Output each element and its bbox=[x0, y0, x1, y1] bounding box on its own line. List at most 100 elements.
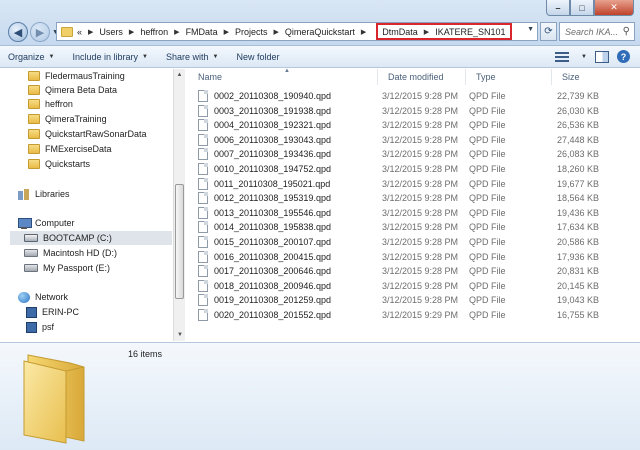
close-button[interactable]: ✕ bbox=[594, 0, 634, 16]
breadcrumb-users[interactable]: Users bbox=[99, 27, 123, 37]
breadcrumb-separator-icon[interactable]: ▶ bbox=[361, 28, 366, 36]
organize-menu[interactable]: Organize ▼ bbox=[8, 52, 54, 62]
nav-folder-qimera-beta-data[interactable]: Qimera Beta Data bbox=[28, 83, 117, 97]
file-row[interactable]: 0011_20110308_195021.qpd 3/12/2015 9:28 P… bbox=[198, 177, 603, 191]
file-row[interactable]: 0014_20110308_195838.qpd 3/12/2015 9:28 P… bbox=[198, 220, 603, 234]
breadcrumb-heffron[interactable]: heffron bbox=[140, 27, 168, 37]
breadcrumb-qimeraquickstart[interactable]: QimeraQuickstart bbox=[285, 27, 355, 37]
nav-item-label: BOOTCAMP (C:) bbox=[43, 233, 112, 243]
minimize-button[interactable]: – bbox=[546, 0, 570, 16]
nav-network-psf[interactable]: psf bbox=[26, 320, 54, 334]
scrollbar-thumb[interactable] bbox=[175, 184, 184, 299]
command-bar: Organize ▼ Include in library ▼ Share wi… bbox=[0, 46, 640, 68]
breadcrumb-separator-icon[interactable]: ▶ bbox=[273, 28, 278, 36]
file-row[interactable]: 0015_20110308_200107.qpd 3/12/2015 9:28 P… bbox=[198, 235, 603, 249]
column-header-type[interactable]: Type bbox=[466, 69, 552, 85]
change-view-icon[interactable] bbox=[555, 51, 570, 63]
nav-folder-fmexercisedata[interactable]: FMExerciseData bbox=[28, 142, 112, 156]
file-name: 0013_20110308_195546.qpd bbox=[214, 207, 331, 218]
file-row[interactable]: 0007_20110308_193436.qpd 3/12/2015 9:28 P… bbox=[198, 147, 603, 161]
nav-item-label: heffron bbox=[45, 99, 73, 109]
breadcrumb-overflow[interactable]: « bbox=[77, 27, 82, 37]
nav-item-label: Quickstarts bbox=[45, 159, 91, 169]
file-date-modified: 3/12/2015 9:29 PM bbox=[382, 310, 459, 320]
nav-folder-heffron[interactable]: heffron bbox=[28, 97, 73, 111]
file-row[interactable]: 0004_20110308_192321.qpd 3/12/2015 9:28 P… bbox=[198, 118, 603, 132]
nav-libraries[interactable]: Libraries bbox=[18, 187, 70, 201]
breadcrumb-separator-icon[interactable]: ▶ bbox=[129, 28, 134, 36]
nav-folder-fledermaustraining[interactable]: FledermausTraining bbox=[28, 69, 125, 83]
file-date-modified: 3/12/2015 9:28 PM bbox=[382, 134, 459, 145]
breadcrumb-projects[interactable]: Projects bbox=[235, 27, 268, 37]
breadcrumb-separator-icon[interactable]: ▶ bbox=[174, 28, 179, 36]
chevron-down-icon[interactable]: ▼ bbox=[581, 54, 587, 60]
file-name: 0006_20110308_193043.qpd bbox=[214, 134, 331, 145]
nav-folder-quickstartrawsonardata[interactable]: QuickstartRawSonarData bbox=[28, 127, 147, 141]
file-name: 0004_20110308_192321.qpd bbox=[214, 120, 331, 131]
maximize-button[interactable]: □ bbox=[570, 0, 594, 16]
nav-computer[interactable]: Computer bbox=[18, 216, 75, 230]
item-count: 16 items bbox=[128, 349, 163, 359]
search-icon[interactable]: ⚲ bbox=[623, 26, 630, 37]
nav-folder-qimeratraining[interactable]: QimeraTraining bbox=[28, 112, 107, 126]
file-row[interactable]: 0003_20110308_191938.qpd 3/12/2015 9:28 P… bbox=[198, 104, 603, 118]
address-bar[interactable]: « ▶ Users ▶ heffron ▶ FMData ▶ Projects … bbox=[56, 22, 538, 41]
folder-icon bbox=[61, 26, 73, 37]
scroll-down-icon[interactable]: ▼ bbox=[174, 329, 186, 341]
forward-button[interactable]: ▶ bbox=[30, 22, 50, 42]
column-header-name[interactable]: Name ▲ bbox=[188, 68, 378, 85]
nav-drive-my-passport[interactable]: My Passport (E:) bbox=[24, 261, 110, 275]
column-header-label: Date modified bbox=[388, 72, 444, 82]
file-row[interactable]: 0017_20110308_200646.qpd 3/12/2015 9:28 P… bbox=[198, 264, 603, 278]
navigation-scrollbar[interactable]: ▲ ▼ bbox=[173, 69, 185, 341]
nav-item-label: Libraries bbox=[35, 189, 70, 199]
breadcrumb-fmdata[interactable]: FMData bbox=[186, 27, 218, 37]
navigation-pane: FledermausTraining Qimera Beta Data heff… bbox=[0, 69, 172, 341]
file-name: 0015_20110308_200107.qpd bbox=[214, 237, 331, 247]
nav-network[interactable]: Network bbox=[18, 290, 68, 304]
breadcrumb-dtmdata[interactable]: DtmData bbox=[382, 27, 418, 37]
help-icon[interactable]: ? bbox=[617, 50, 630, 63]
preview-pane-icon[interactable] bbox=[595, 50, 609, 63]
include-in-library-menu[interactable]: Include in library ▼ bbox=[72, 52, 147, 62]
nav-drive-macintosh-hd[interactable]: Macintosh HD (D:) bbox=[24, 246, 117, 260]
file-row[interactable]: 0006_20110308_193043.qpd 3/12/2015 9:28 P… bbox=[198, 133, 603, 147]
back-button[interactable]: ◀ bbox=[8, 22, 28, 42]
search-input[interactable]: Search IKA... ⚲ bbox=[559, 22, 635, 41]
file-list: Name ▲ Date modified Type Size 0002_2011… bbox=[188, 68, 640, 341]
scroll-up-icon[interactable]: ▲ bbox=[174, 69, 185, 81]
breadcrumb-ikatere-sn101[interactable]: IKATERE_SN101 bbox=[435, 27, 505, 37]
file-size: 27,448 KB bbox=[556, 134, 599, 145]
breadcrumb-separator-icon[interactable]: ▶ bbox=[224, 28, 229, 36]
column-header-date-modified[interactable]: Date modified bbox=[378, 69, 466, 85]
folder-icon bbox=[28, 114, 40, 124]
file-row[interactable]: 0013_20110308_195546.qpd 3/12/2015 9:28 P… bbox=[198, 206, 603, 220]
nav-drive-bootcamp[interactable]: BOOTCAMP (C:) bbox=[10, 231, 172, 245]
column-header-size[interactable]: Size bbox=[552, 69, 600, 85]
nav-item-label: ERIN-PC bbox=[42, 307, 80, 317]
file-icon bbox=[198, 133, 208, 146]
file-row[interactable]: 0010_20110308_194752.qpd 3/12/2015 9:28 P… bbox=[198, 162, 603, 176]
nav-folder-quickstarts[interactable]: Quickstarts bbox=[28, 157, 90, 171]
folder-icon bbox=[28, 71, 40, 81]
address-dropdown-icon[interactable]: ▼ bbox=[527, 26, 534, 33]
file-row[interactable]: 0018_20110308_200946.qpd 3/12/2015 9:28 P… bbox=[198, 279, 603, 293]
nav-item-label: Qimera Beta Data bbox=[45, 85, 118, 95]
file-type: QPD File bbox=[469, 164, 506, 174]
file-row[interactable]: 0019_20110308_201259.qpd 3/12/2015 9:28 P… bbox=[198, 293, 603, 307]
navigation-buttons: ◀ ▶ ▼ bbox=[8, 22, 62, 42]
chevron-down-icon: ▼ bbox=[212, 53, 219, 60]
file-row[interactable]: 0016_20110308_200415.qpd 3/12/2015 9:28 P… bbox=[198, 250, 603, 264]
file-name: 0018_20110308_200946.qpd bbox=[214, 280, 331, 291]
file-row[interactable]: 0020_20110308_201552.qpd 3/12/2015 9:29 P… bbox=[198, 308, 603, 322]
file-row[interactable]: 0012_20110308_195319.qpd 3/12/2015 9:28 P… bbox=[198, 191, 603, 205]
file-size: 22,739 KB bbox=[556, 91, 599, 101]
file-row[interactable]: 0002_20110308_190940.qpd 3/12/2015 9:28 P… bbox=[198, 89, 603, 103]
breadcrumb-separator-icon[interactable]: ▶ bbox=[424, 28, 429, 36]
drive-icon bbox=[24, 234, 38, 242]
share-with-menu[interactable]: Share with ▼ bbox=[166, 52, 218, 62]
refresh-button[interactable]: ⟳ bbox=[540, 22, 557, 41]
new-folder-button[interactable]: New folder bbox=[236, 52, 279, 62]
forward-arrow-icon: ▶ bbox=[35, 26, 45, 39]
nav-network-erin-pc[interactable]: ERIN-PC bbox=[26, 305, 79, 319]
